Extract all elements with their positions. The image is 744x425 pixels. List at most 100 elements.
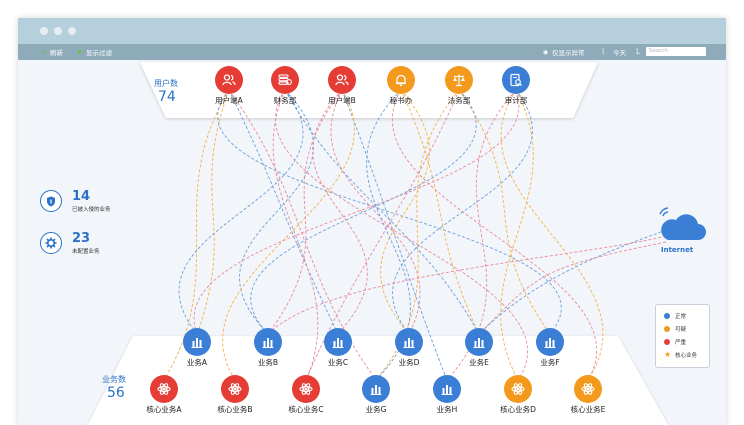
atom-icon [511,382,525,396]
coins-icon [278,73,292,87]
service-label: 核心业务C [288,405,324,414]
service-node[interactable] [292,375,320,403]
org-label: 财务部 [273,96,297,105]
unconfigured-count: 23 [72,231,91,246]
bell-icon [394,73,408,87]
cloud-wifi-icon[interactable] [654,206,706,246]
service-node[interactable] [433,375,461,403]
org-label: 秘书办 [389,96,413,105]
connection-link [284,89,480,335]
connection-link [392,89,533,335]
legend-label: 正常 [675,314,687,320]
connection-link [228,89,339,335]
connection-link [196,89,230,335]
services-count-label: 业务数 [102,375,126,384]
service-label: 业务F [540,358,560,367]
service-node[interactable] [395,328,423,356]
atom-icon [299,382,313,396]
audit-icon [509,73,523,87]
service-label: 业务H [436,405,458,414]
org-node[interactable] [215,66,243,94]
legend-label: 核心业务 [675,353,698,359]
connection-link [400,89,480,335]
connection-link [267,89,343,335]
service-node[interactable] [221,375,249,403]
critical-dot-icon [664,339,670,345]
service-node[interactable] [465,328,493,356]
connection-link [380,89,430,335]
connection-link [330,89,421,335]
legend: 正常 可疑 严重 ★ 核心业务 [655,304,710,368]
service-node[interactable] [504,375,532,403]
service-label: 业务C [327,358,349,367]
suspicious-dot-icon [664,326,670,332]
bar-chart-icon [543,335,557,349]
shield-icon [40,190,62,212]
service-node[interactable] [183,328,211,356]
atom-icon [581,382,595,396]
normal-dot-icon [664,313,670,319]
bar-chart-icon [331,335,345,349]
unconfigured-label: 未配置业务 [72,249,100,255]
users-icon [222,73,236,87]
service-label: 核心业务B [217,405,253,414]
services-count-value: 56 [107,385,125,401]
internet-link [478,229,667,335]
bar-chart-icon [402,335,416,349]
service-label: 业务E [469,358,489,367]
service-label: 业务D [398,358,420,367]
bar-chart-icon [261,335,275,349]
legend-item: 严重 [664,338,686,346]
users-count-value: 74 [158,89,176,105]
connection-link [178,89,304,335]
service-label: 核心业务D [500,405,536,414]
star-icon: ★ [664,350,672,359]
org-node[interactable] [328,66,356,94]
users-icon [335,73,349,87]
service-label: 核心业务E [570,405,606,414]
internet-label: Internet [661,246,694,254]
legend-label: 可疑 [675,327,687,333]
users-panel [140,62,598,118]
service-node[interactable] [324,328,352,356]
org-label: 法务部 [447,96,471,105]
internet-link [267,235,667,335]
compromised-count: 14 [72,189,91,204]
bar-chart-icon [472,335,486,349]
internet-link [478,241,667,335]
service-label: 业务A [186,358,208,367]
org-node[interactable] [387,66,415,94]
scale-icon [452,73,466,87]
atom-icon [228,382,242,396]
service-node[interactable] [254,328,282,356]
legend-item: 可疑 [664,325,686,333]
org-node[interactable] [502,66,530,94]
bar-chart-icon [190,335,204,349]
org-label: 用户端B [328,96,356,105]
service-label: 业务G [365,405,387,414]
legend-item: 正常 [664,312,686,320]
connection-link [193,89,520,335]
org-label: 审计部 [504,96,528,105]
atom-icon [157,382,171,396]
users-count-label: 用户数 [154,79,178,88]
service-label: 业务B [257,358,279,367]
legend-item: ★ 核心业务 [664,350,698,360]
service-node[interactable] [536,328,564,356]
app-window: ⟲ 刷新 ▼ 显示过滤 ◉ 仅显示异常 | 今天 ⌄ | Search 用户数 … [18,18,726,425]
service-node[interactable] [574,375,602,403]
service-label: 核心业务A [146,405,182,414]
org-node[interactable] [271,66,299,94]
legend-label: 严重 [675,340,687,346]
service-node[interactable] [362,375,390,403]
service-node[interactable] [150,375,178,403]
connection-link [217,89,562,335]
topology-canvas [88,62,668,425]
connection-link [458,89,551,335]
org-label: 用户端A [215,96,243,105]
gear-icon [40,232,62,254]
compromised-label: 已被入侵的业务 [72,207,111,213]
bar-chart-icon [440,382,454,396]
bar-chart-icon [369,382,383,396]
org-node[interactable] [445,66,473,94]
